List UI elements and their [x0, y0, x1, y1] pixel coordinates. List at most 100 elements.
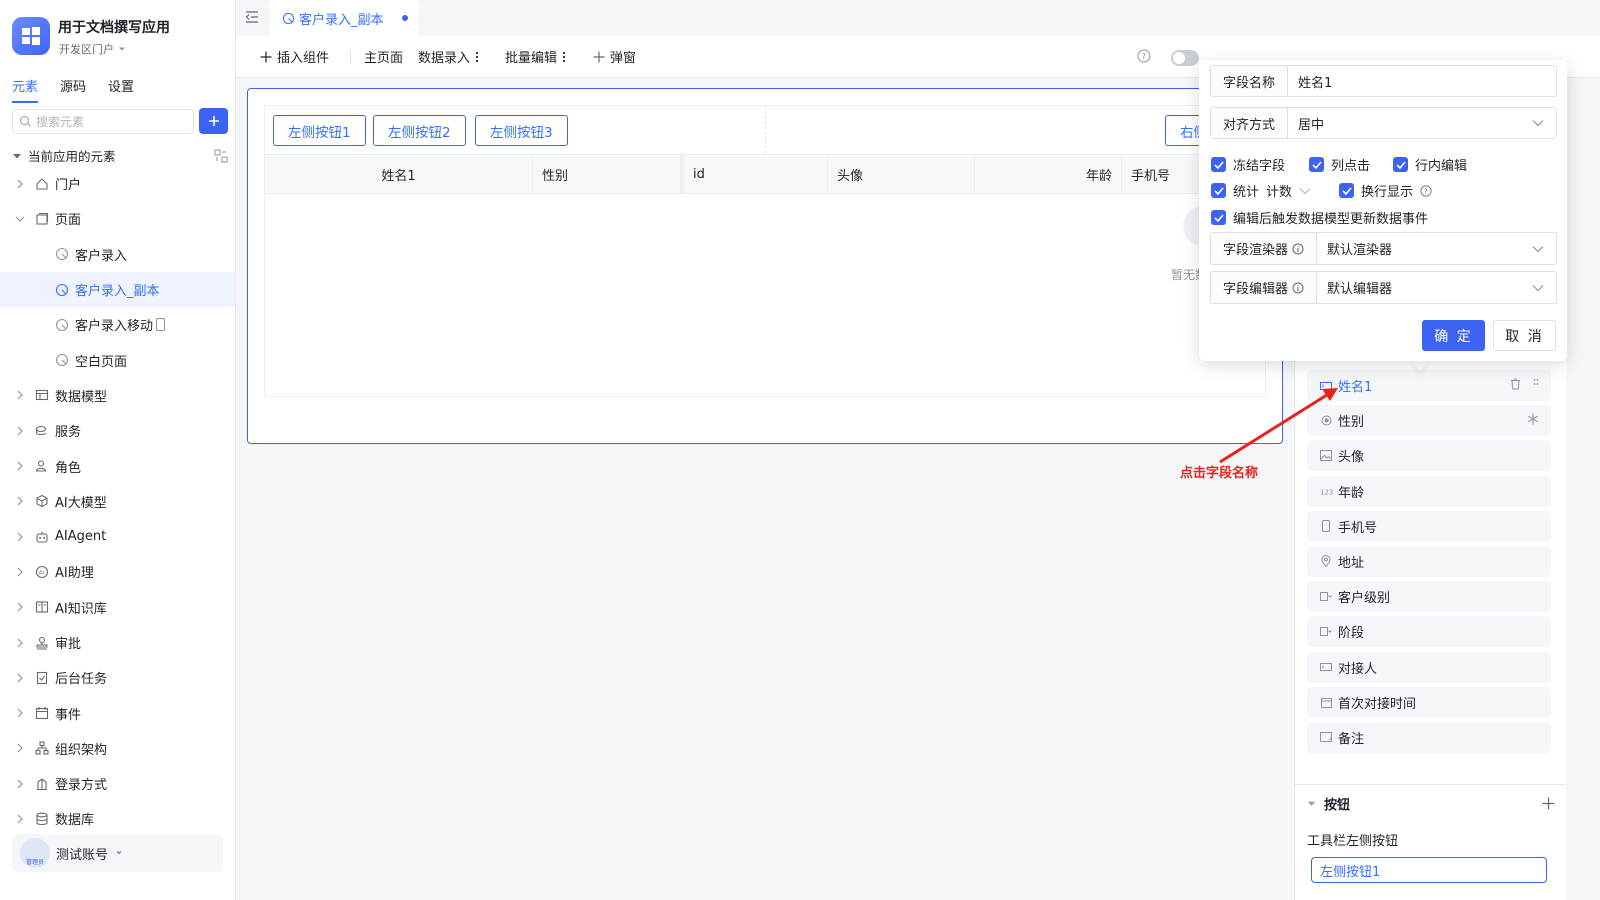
- tab-source[interactable]: 源码: [60, 76, 86, 103]
- confirm-button[interactable]: 确 定: [1422, 320, 1485, 351]
- tree-item-page-customer-entry[interactable]: 客户录入: [0, 237, 235, 272]
- tab-settings[interactable]: 设置: [108, 76, 134, 103]
- tree-item-event[interactable]: 事件: [0, 695, 235, 730]
- tree-item-page-blank[interactable]: 空白页面: [0, 342, 235, 377]
- field-item-label: 备注: [1338, 731, 1365, 747]
- stats-type-select[interactable]: 计数: [1266, 181, 1292, 200]
- insert-component-button[interactable]: 插入组件: [260, 47, 329, 66]
- tree-item-background-task[interactable]: 后台任务: [0, 660, 235, 695]
- tree-item-pages[interactable]: 页面: [0, 201, 235, 236]
- field-name-input[interactable]: 姓名1: [1288, 66, 1556, 96]
- stats-label: 统计: [1233, 185, 1260, 200]
- popup-button[interactable]: 弹窗: [593, 47, 636, 66]
- freeze-field-checkbox[interactable]: 冻结字段: [1211, 155, 1285, 174]
- help-icon[interactable]: ?: [1420, 184, 1432, 197]
- column-header-avatar[interactable]: 头像: [828, 155, 975, 194]
- editor-row[interactable]: 字段编辑器 默认编辑器: [1210, 271, 1557, 304]
- page-link-icon: [53, 318, 71, 332]
- tree-item-ai-agent[interactable]: AIAgent: [0, 519, 235, 554]
- tree-item-data-model[interactable]: 数据模型: [0, 378, 235, 413]
- align-select[interactable]: 居中: [1288, 108, 1532, 138]
- table-component[interactable]: 左侧按钮1 左侧按钮2 左侧按钮3 右侧 姓名1 性别 id 头像 年龄 手机号…: [247, 88, 1283, 444]
- field-item-address[interactable]: 地址: [1307, 545, 1551, 577]
- locate-icon[interactable]: [214, 149, 228, 163]
- tree-item-database[interactable]: 数据库: [0, 801, 235, 836]
- column-header-name[interactable]: 姓名1: [265, 155, 533, 194]
- tree-item-ai-model[interactable]: AI大模型: [0, 484, 235, 519]
- portal-selector[interactable]: 开发区门户: [59, 41, 127, 57]
- search-box: [12, 109, 194, 134]
- field-item-avatar[interactable]: 头像: [1307, 440, 1551, 472]
- user-menu[interactable]: 管理员 测试账号: [12, 834, 223, 872]
- field-item-age[interactable]: 123 年龄: [1307, 475, 1551, 507]
- tree-item-portal[interactable]: 门户: [0, 166, 235, 201]
- field-item-phone[interactable]: 手机号: [1307, 510, 1551, 542]
- drag-handle-icon[interactable]: [1533, 378, 1539, 390]
- trigger-update-checkbox[interactable]: 编辑后触发数据模型更新数据事件: [1211, 208, 1428, 227]
- field-item-stage[interactable]: 阶段: [1307, 616, 1551, 648]
- left-button-3[interactable]: 左侧按钮3: [475, 115, 568, 146]
- stats-checkbox[interactable]: 统计 计数: [1211, 181, 1311, 200]
- tree-item-role[interactable]: 角色: [0, 448, 235, 483]
- editor-select[interactable]: 默认编辑器: [1317, 272, 1532, 303]
- tree-header[interactable]: 当前应用的元素: [12, 146, 228, 165]
- align-row[interactable]: 对齐方式 居中: [1210, 107, 1557, 139]
- main-page-button[interactable]: 主页面: [364, 47, 403, 66]
- column-header-age[interactable]: 年龄: [975, 155, 1122, 194]
- column-header-id[interactable]: id: [681, 155, 828, 194]
- tree-item-label: 客户录入_副本: [75, 284, 160, 300]
- tree-item-service[interactable]: 服务: [0, 413, 235, 448]
- delete-icon[interactable]: [1510, 378, 1521, 390]
- cancel-button[interactable]: 取 消: [1493, 320, 1556, 351]
- tree-item-ai-assistant[interactable]: AI AI助理: [0, 554, 235, 589]
- more-vertical-icon[interactable]: [475, 51, 479, 63]
- renderer-row[interactable]: 字段渲染器 默认渲染器: [1210, 232, 1557, 265]
- data-entry-button[interactable]: 数据录入: [418, 47, 479, 66]
- collapse-sidebar-icon[interactable]: [244, 9, 260, 25]
- tree-item-label: AI知识库: [55, 601, 107, 617]
- column-header-gender[interactable]: 性别: [533, 155, 681, 194]
- field-item-name[interactable]: 姓名1: [1307, 370, 1551, 401]
- inline-edit-checkbox[interactable]: 行内编辑: [1393, 155, 1467, 174]
- tree-item-page-customer-entry-mobile[interactable]: 客户录入移动: [0, 307, 235, 342]
- date-icon: [1319, 697, 1333, 708]
- column-click-checkbox[interactable]: 列点击: [1309, 155, 1370, 174]
- left-button-2[interactable]: 左侧按钮2: [373, 115, 466, 146]
- tree-item-label: 登录方式: [55, 778, 108, 794]
- renderer-select[interactable]: 默认渲染器: [1317, 233, 1532, 264]
- tab-customer-entry-copy[interactable]: 客户录入_副本: [270, 0, 418, 36]
- tab-strip: 客户录入_副本: [236, 0, 1600, 36]
- left-button-1[interactable]: 左侧按钮1: [273, 115, 366, 146]
- tree-item-label: AI助理: [55, 566, 94, 582]
- field-item-customer-level[interactable]: 客户级别: [1307, 581, 1551, 613]
- field-item-contact-person[interactable]: 对接人: [1307, 651, 1551, 683]
- tree-item-ai-knowledge[interactable]: AI知识库: [0, 590, 235, 625]
- toolbar-left-button-input[interactable]: 左侧按钮1: [1311, 857, 1547, 883]
- wrap-display-checkbox[interactable]: 换行显示 ?: [1339, 181, 1432, 200]
- app-logo-icon: [12, 17, 50, 55]
- add-element-button[interactable]: [199, 108, 228, 134]
- tree-item-page-customer-entry-copy[interactable]: 客户录入_副本: [0, 271, 235, 308]
- buttons-section-header[interactable]: 按钮: [1307, 794, 1555, 813]
- batch-edit-button[interactable]: 批量编辑: [505, 47, 566, 66]
- tree-item-org[interactable]: 组织架构: [0, 731, 235, 766]
- tree-item-login[interactable]: 登录方式: [0, 766, 235, 801]
- field-item-remarks[interactable]: 备注: [1307, 721, 1551, 753]
- page-link-icon: [282, 12, 295, 25]
- tree-item-label: 空白页面: [75, 354, 128, 370]
- freeze-icon[interactable]: [1527, 413, 1539, 425]
- help-icon[interactable]: ?: [1137, 49, 1151, 63]
- table-icon: [33, 388, 51, 402]
- tab-elements[interactable]: 元素: [12, 76, 39, 103]
- field-item-gender[interactable]: 性别: [1307, 405, 1551, 437]
- search-input[interactable]: [36, 114, 186, 129]
- page-icon: [33, 212, 51, 226]
- tree-item-approval[interactable]: 审批: [0, 625, 235, 660]
- chevron-right-icon: [12, 461, 28, 471]
- field-item-first-contact-time[interactable]: 首次对接时间: [1307, 686, 1551, 718]
- add-button-icon[interactable]: [1542, 797, 1555, 810]
- buttons-section-title: 按钮: [1324, 798, 1351, 813]
- more-vertical-icon[interactable]: [562, 51, 566, 63]
- ai-assistant-toggle[interactable]: [1171, 50, 1199, 66]
- popup-label: 弹窗: [610, 51, 637, 66]
